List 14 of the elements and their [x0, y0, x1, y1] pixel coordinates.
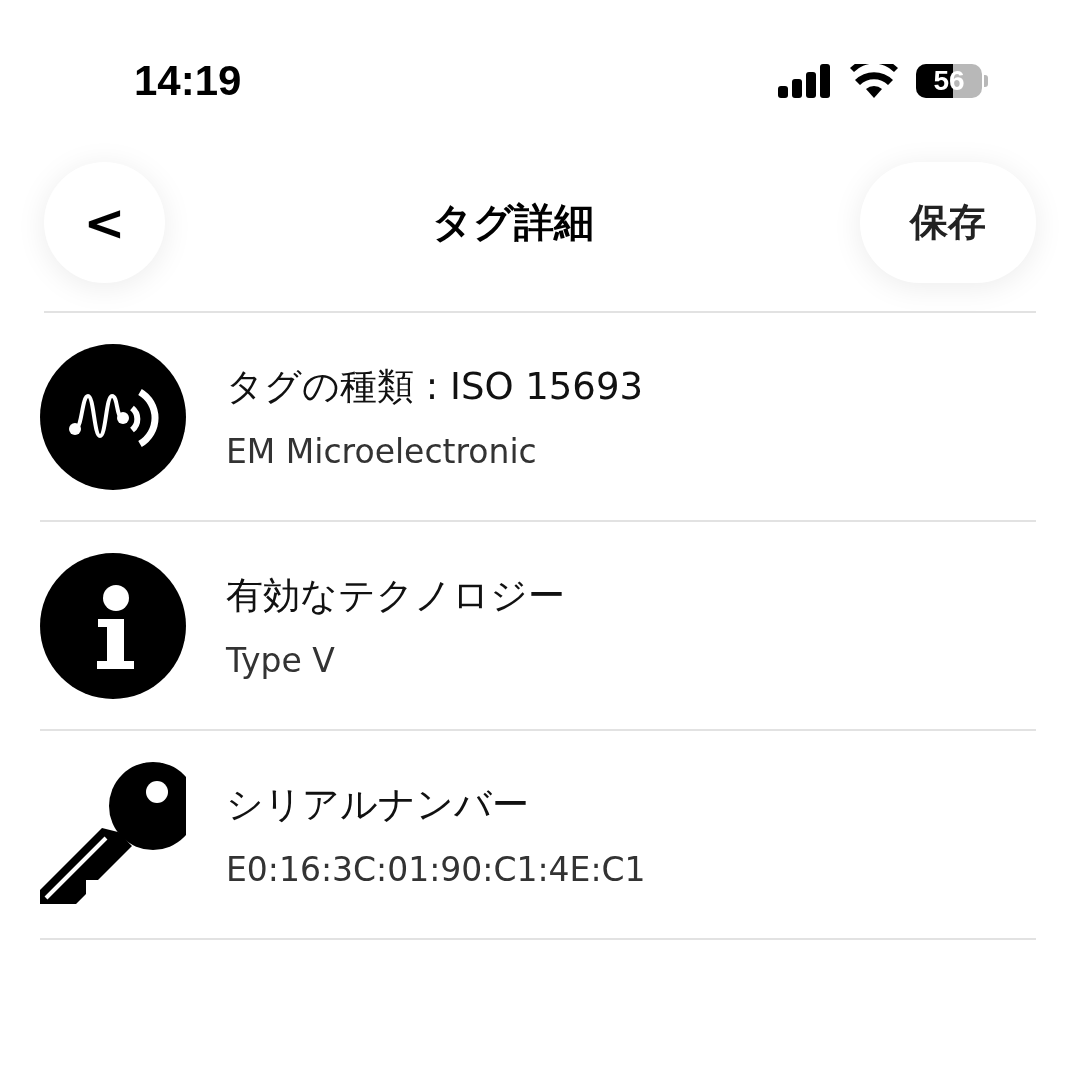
page-title: タグ詳細: [431, 198, 594, 247]
save-button[interactable]: 保存: [860, 162, 1036, 283]
back-button[interactable]: <: [44, 162, 165, 283]
wifi-icon: [850, 64, 898, 98]
row-title: シリアルナンバー: [226, 782, 530, 828]
wave-signal-icon: [40, 343, 186, 490]
status-time: 14:19: [134, 57, 242, 105]
row-title: タグの種類 : ISO 15693: [226, 364, 643, 410]
signal-icon: [778, 64, 832, 98]
row-value: Type V: [226, 641, 336, 680]
row-value: EM Microelectronic: [226, 432, 538, 471]
row-title: 有効なテクノロジー: [226, 573, 565, 619]
info-icon: [40, 552, 186, 699]
row-value: E0:16:3C:01:90:C1:4E:C1: [226, 850, 646, 889]
